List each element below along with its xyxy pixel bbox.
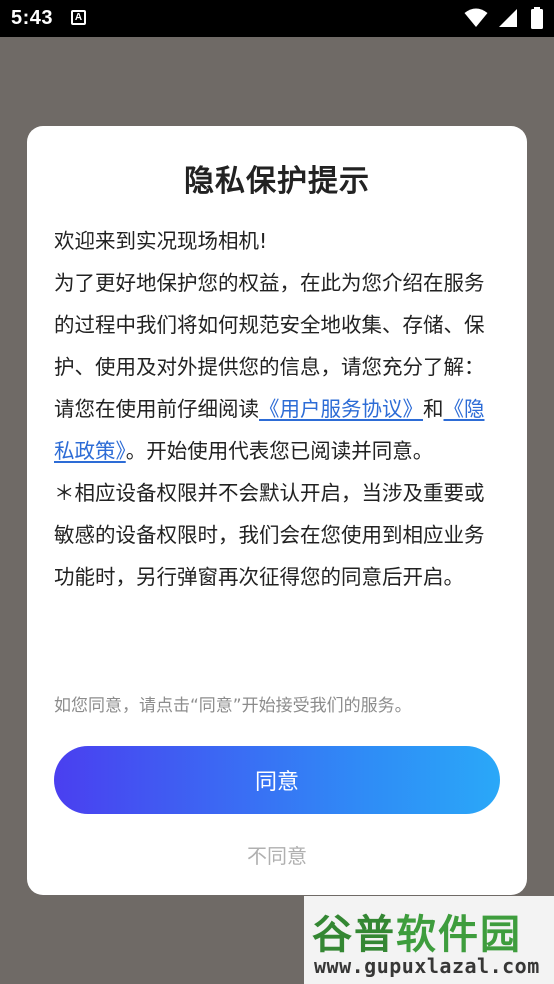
watermark-brand-part1: 谷普: [312, 912, 396, 958]
consent-hint: 如您同意，请点击“同意”开始接受我们的服务。: [54, 696, 412, 716]
agreement-paragraph: 请您在使用前仔细阅读《用户服务协议》和《隐私政策》。开始使用代表您已阅读并同意。: [54, 388, 504, 472]
agreement-and: 和: [423, 397, 444, 421]
greeting-text: 欢迎来到实况现场相机!: [54, 229, 268, 253]
intro-paragraph: 为了更好地保护您的权益，在此为您介绍在服务的过程中我们将如何规范安全地收集、存储…: [54, 271, 485, 379]
status-icons: [464, 7, 544, 29]
watermark-url: www.gupuxlazal.com: [314, 954, 540, 978]
privacy-dialog: 隐私保护提示 欢迎来到实况现场相机! 为了更好地保护您的权益，在此为您介绍在服务…: [27, 126, 527, 895]
status-bar: 5:43 A: [0, 0, 554, 37]
agree-button[interactable]: 同意: [54, 746, 500, 814]
watermark-brand-part2: 软件园: [396, 912, 522, 958]
agreement-suffix: 。开始使用代表您已阅读并同意。: [125, 439, 434, 463]
agreement-prefix: 请您在使用前仔细阅读: [54, 397, 259, 421]
watermark-logo: 谷普软件园 www.gupuxlazal.com: [304, 896, 554, 984]
battery-icon: [531, 7, 543, 29]
dialog-title: 隐私保护提示: [184, 164, 370, 199]
dialog-content: 欢迎来到实况现场相机! 为了更好地保护您的权益，在此为您介绍在服务的过程中我们将…: [54, 220, 504, 725]
signal-icon: [498, 9, 517, 27]
notification-a-icon: A: [71, 10, 86, 25]
disagree-button[interactable]: 不同意: [177, 836, 377, 872]
status-time: 5:43: [11, 7, 54, 29]
user-agreement-link[interactable]: 《用户服务协议》: [259, 397, 423, 421]
permission-paragraph: ＊相应设备权限并不会默认开启，当涉及重要或敏感的设备权限时，我们会在您使用到相应…: [54, 481, 485, 589]
wifi-icon: [464, 8, 488, 27]
watermark-brand: 谷普软件园: [312, 902, 522, 960]
